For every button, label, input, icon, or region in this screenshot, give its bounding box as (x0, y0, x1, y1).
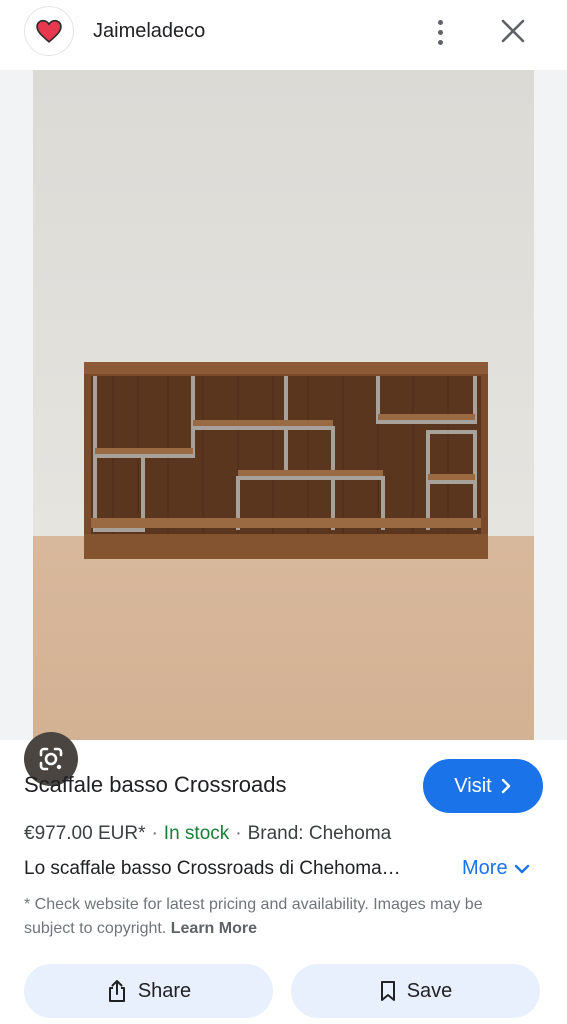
heart-icon (36, 19, 62, 43)
brand: Brand: Chehoma (247, 823, 392, 844)
chevron-down-icon (514, 864, 529, 873)
image-viewer (0, 70, 567, 786)
close-icon[interactable] (496, 14, 530, 48)
visit-button[interactable]: Visit (423, 759, 543, 813)
chevron-right-icon (501, 778, 510, 794)
save-button[interactable]: Save (291, 964, 540, 1018)
site-name[interactable]: Jaimeladeco (93, 20, 205, 43)
visit-button-label: Visit (454, 774, 492, 797)
site-logo[interactable] (24, 6, 74, 56)
more-button[interactable]: More (462, 857, 530, 880)
save-label: Save (406, 979, 453, 1002)
stock-status: In stock (163, 823, 230, 844)
product-meta: €977.00 EUR* · In stock · Brand: Chehoma (24, 823, 391, 845)
product-title[interactable]: Scaffale basso Crossroads (24, 772, 287, 798)
separator-dot: · (151, 823, 158, 844)
more-vert-icon[interactable] (426, 14, 454, 50)
price: €977.00 EUR* (24, 823, 146, 844)
disclaimer: * Check website for latest pricing and a… (24, 893, 534, 941)
learn-more-link[interactable]: Learn More (171, 920, 257, 937)
product-image[interactable] (33, 70, 534, 740)
product-description: Lo scaffale basso Crossroads di Chehoma… (24, 858, 401, 879)
share-icon (108, 980, 125, 1002)
more-button-label: More (462, 857, 508, 879)
header-bar: Jaimeladeco (0, 0, 567, 70)
share-label: Share (137, 979, 192, 1002)
separator-dot: · (235, 823, 242, 844)
share-button[interactable]: Share (24, 964, 273, 1018)
bookmark-icon (380, 981, 395, 1001)
